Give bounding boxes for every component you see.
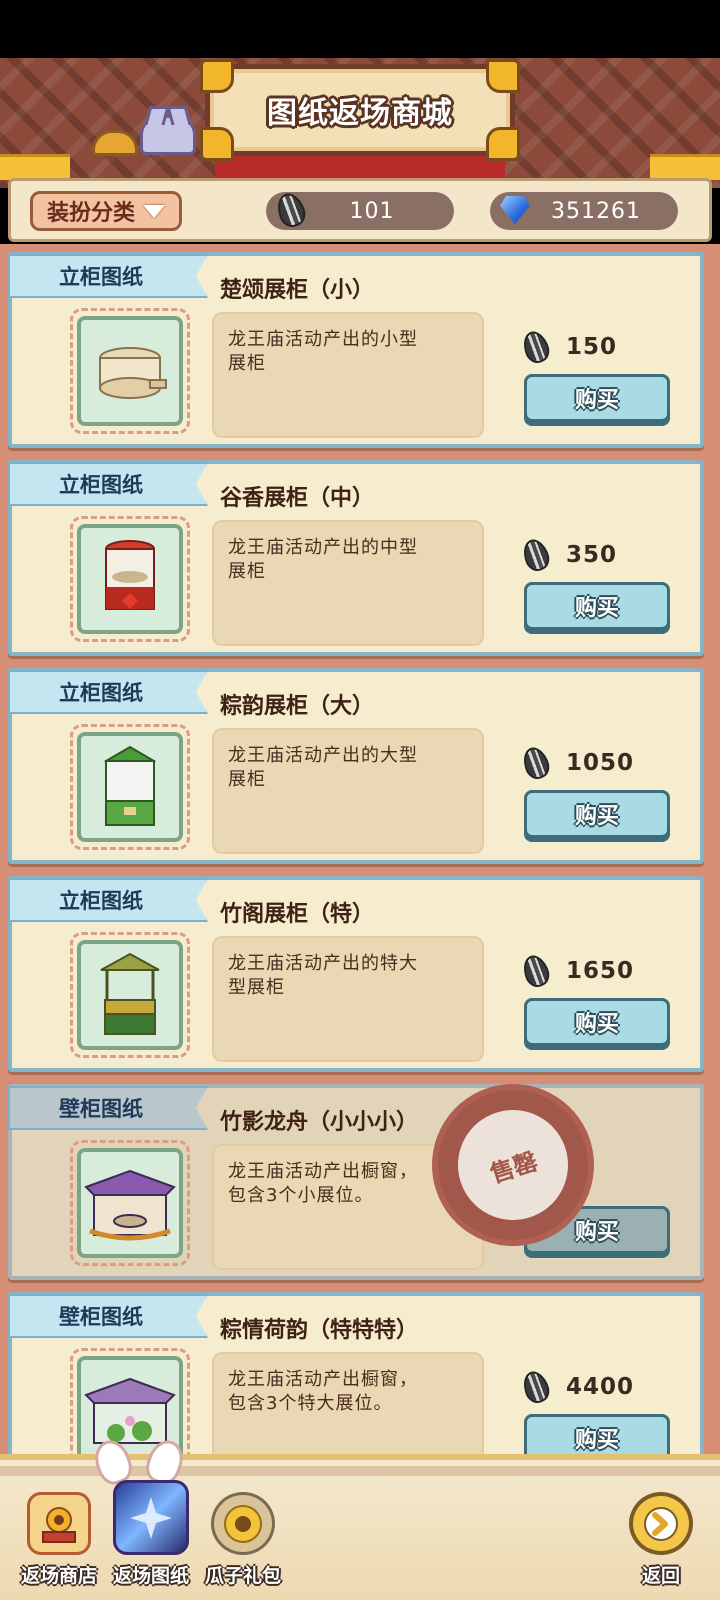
shop-item-card: 立柜图纸 谷香展柜（中） 龙王庙活动产出的中型 展柜 350 购买 bbox=[8, 460, 704, 656]
round-cabinet-icon bbox=[99, 347, 167, 399]
nav-seed-gift[interactable]: 瓜子礼包 bbox=[198, 1478, 288, 1588]
sold-out-label: 售罄 bbox=[486, 1146, 541, 1189]
sunflower-gift-icon bbox=[211, 1492, 275, 1555]
sunflower-icon bbox=[224, 1504, 262, 1543]
sunflower-seed-icon bbox=[519, 1367, 553, 1407]
item-image-frame bbox=[70, 308, 190, 434]
corner-ornament bbox=[486, 59, 520, 93]
page-title: 图纸返场商城 bbox=[267, 96, 453, 131]
corner-ornament bbox=[200, 127, 234, 161]
item-price: 1650 bbox=[519, 951, 684, 991]
item-image-frame bbox=[70, 932, 190, 1058]
item-name: 竹影龙舟（小小小） bbox=[220, 1110, 419, 1135]
category-tag: 壁柜图纸 bbox=[8, 1294, 208, 1338]
gem-currency: 351261 bbox=[490, 192, 678, 230]
category-tag: 壁柜图纸 bbox=[8, 1086, 208, 1130]
nav-return-blueprint[interactable]: 返场图纸 bbox=[106, 1478, 196, 1588]
shop-stall-icon bbox=[27, 1492, 91, 1555]
item-price: 350 bbox=[519, 535, 684, 575]
buy-button[interactable]: 购买 bbox=[524, 582, 670, 630]
item-image bbox=[77, 940, 183, 1050]
item-list[interactable]: 立柜图纸 楚颂展柜（小） 龙王庙活动产出的小型 展柜 150 购买 立柜图纸 谷… bbox=[0, 244, 720, 1454]
arrow-right-icon bbox=[644, 1506, 678, 1541]
sparkle-icon bbox=[130, 1496, 172, 1539]
item-name: 粽韵展柜（大） bbox=[220, 694, 375, 719]
green-cabinet-icon bbox=[103, 745, 157, 826]
category-tag: 立柜图纸 bbox=[8, 670, 208, 714]
banner-right bbox=[650, 154, 720, 180]
sunflower-seed-icon bbox=[519, 535, 553, 575]
sunflower-seed-icon bbox=[519, 327, 553, 367]
item-name: 谷香展柜（中） bbox=[220, 486, 375, 511]
item-description: 龙王庙活动产出的大型 展柜 bbox=[212, 728, 484, 854]
chevron-down-icon bbox=[143, 204, 165, 218]
item-image bbox=[77, 316, 183, 426]
category-tag: 立柜图纸 bbox=[8, 878, 208, 922]
item-name: 竹阁展柜（特） bbox=[220, 902, 375, 927]
buy-button[interactable]: 购买 bbox=[524, 374, 670, 422]
item-price: 4400 bbox=[519, 1367, 684, 1407]
banner-left bbox=[0, 154, 70, 180]
decor-pot-icon bbox=[92, 130, 138, 156]
item-price: 150 bbox=[519, 327, 684, 367]
shop-item-card-sold-out: 壁柜图纸 竹影龙舟（小小小） 龙王庙活动产出橱窗， 包含3个小展位。 0 购买 bbox=[8, 1084, 704, 1280]
filter-label: 装扮分类 bbox=[46, 201, 135, 226]
nav-return-shop[interactable]: 返场商店 bbox=[14, 1478, 104, 1588]
bunny-ears-icon bbox=[96, 1440, 182, 1480]
item-image-frame bbox=[70, 1348, 190, 1454]
shop-item-card: 立柜图纸 竹阁展柜（特） 龙王庙活动产出的特大 型展柜 1650 购买 bbox=[8, 876, 704, 1072]
item-description: 龙王庙活动产出的特大 型展柜 bbox=[212, 936, 484, 1062]
corner-ornament bbox=[200, 59, 234, 93]
buy-button[interactable]: 购买 bbox=[524, 1414, 670, 1454]
item-image-frame bbox=[70, 724, 190, 850]
shop-item-card: 立柜图纸 楚颂展柜（小） 龙王庙活动产出的小型 展柜 150 购买 bbox=[8, 252, 704, 448]
item-image bbox=[77, 1148, 183, 1258]
sunflower-shop-icon bbox=[42, 1506, 76, 1543]
category-tag: 立柜图纸 bbox=[8, 254, 208, 298]
shop-item-card: 立柜图纸 粽韵展柜（大） 龙王庙活动产出的大型 展柜 1050 购买 bbox=[8, 668, 704, 864]
item-name: 楚颂展柜（小） bbox=[220, 278, 375, 303]
bamboo-cabinet-icon bbox=[100, 952, 160, 1035]
back-arrow-icon bbox=[629, 1492, 693, 1555]
blueprint-card-icon bbox=[113, 1480, 189, 1555]
sunflower-seed-icon bbox=[272, 189, 310, 231]
status-bar bbox=[0, 0, 720, 58]
category-filter-button[interactable]: 装扮分类 bbox=[30, 191, 182, 231]
sold-out-stamp-ring: 售罄 bbox=[438, 1090, 588, 1240]
shop-item-card: 壁柜图纸 粽情荷韵（特特特） 龙王庙活动产出橱窗， 包含3个特大展位。 4400… bbox=[8, 1292, 704, 1454]
seed-currency: 101 bbox=[266, 189, 454, 231]
category-tag: 立柜图纸 bbox=[8, 462, 208, 506]
corner-ornament bbox=[486, 127, 520, 161]
item-name: 粽情荷韵（特特特） bbox=[220, 1318, 419, 1343]
dragon-boat-window-icon bbox=[84, 1169, 176, 1241]
item-image bbox=[77, 524, 183, 634]
sunflower-seed-icon bbox=[519, 743, 553, 783]
decor-cat-icon bbox=[140, 115, 196, 155]
sunflower-seed-icon bbox=[519, 951, 553, 991]
item-image-frame bbox=[70, 1140, 190, 1266]
item-description: 龙王庙活动产出的小型 展柜 bbox=[212, 312, 484, 438]
jar-cabinet-icon bbox=[105, 540, 155, 610]
buy-button[interactable]: 购买 bbox=[524, 998, 670, 1046]
item-price: 1050 bbox=[519, 743, 684, 783]
back-button[interactable]: 返回 bbox=[616, 1478, 706, 1588]
item-description: 龙王庙活动产出的中型 展柜 bbox=[212, 520, 484, 646]
buy-button[interactable]: 购买 bbox=[524, 790, 670, 838]
item-image-frame bbox=[70, 516, 190, 642]
title-board: 图纸返场商城 bbox=[200, 59, 520, 161]
item-image bbox=[77, 732, 183, 842]
item-description: 龙王庙活动产出橱窗， 包含3个特大展位。 bbox=[212, 1352, 484, 1454]
